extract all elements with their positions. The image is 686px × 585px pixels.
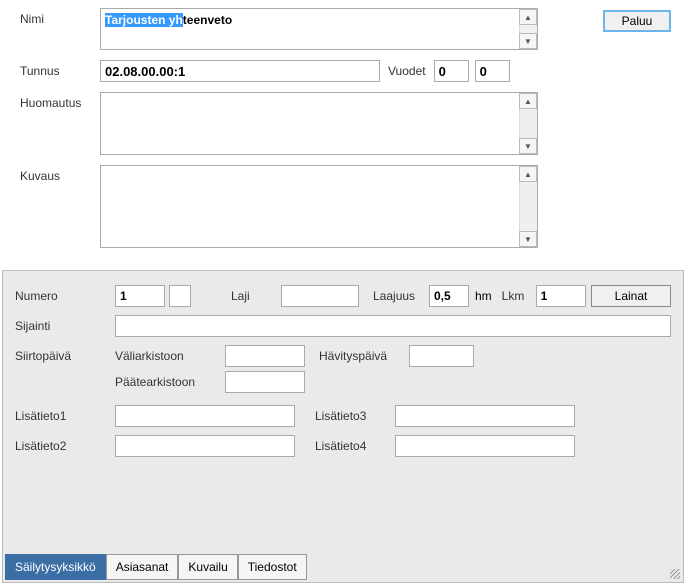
numero-aux-box[interactable]	[169, 285, 191, 307]
numero-input[interactable]	[115, 285, 165, 307]
laajuus-input[interactable]	[429, 285, 469, 307]
laji-input[interactable]	[281, 285, 359, 307]
valiarkistoon-input[interactable]	[225, 345, 305, 367]
huomautus-scrollbar[interactable]: ▲ ▼	[519, 93, 537, 154]
huomautus-textarea[interactable]	[101, 93, 519, 151]
tab-sailytysyksikko[interactable]: Säilytysyksikkö	[5, 554, 106, 580]
lisatieto4-input[interactable]	[395, 435, 575, 457]
laajuus-unit: hm	[475, 289, 492, 303]
nimi-rest: teenveto	[183, 13, 232, 27]
lisatieto2-input[interactable]	[115, 435, 295, 457]
lisatieto1-input[interactable]	[115, 405, 295, 427]
sijainti-label: Sijainti	[15, 319, 115, 333]
paatearkistoon-label: Päätearkistoon	[115, 375, 225, 389]
lkm-label: Lkm	[502, 289, 536, 303]
tunnus-input[interactable]	[100, 60, 380, 82]
nimi-label: Nimi	[20, 8, 100, 26]
lkm-input[interactable]	[536, 285, 586, 307]
tab-asiasanat[interactable]: Asiasanat	[106, 554, 179, 580]
numero-label: Numero	[15, 289, 115, 303]
nimi-scrollbar[interactable]: ▲ ▼	[519, 9, 537, 49]
laji-label: Laji	[231, 289, 281, 303]
kuvaus-field-wrap: ▲ ▼	[100, 165, 538, 248]
lisatieto3-label: Lisätieto3	[315, 409, 395, 423]
resize-grip-icon[interactable]	[667, 566, 681, 580]
havityspaiva-label: Hävityspäivä	[319, 349, 409, 363]
sijainti-input[interactable]	[115, 315, 671, 337]
laajuus-label: Laajuus	[373, 289, 429, 303]
scroll-up-icon[interactable]: ▲	[519, 166, 537, 182]
kuvaus-textarea[interactable]	[101, 166, 519, 244]
havityspaiva-input[interactable]	[409, 345, 474, 367]
scroll-up-icon[interactable]: ▲	[519, 9, 537, 25]
tab-tiedostot[interactable]: Tiedostot	[238, 554, 307, 580]
tunnus-label: Tunnus	[20, 60, 100, 78]
scroll-down-icon[interactable]: ▼	[519, 138, 537, 154]
valiarkistoon-label: Väliarkistoon	[115, 349, 225, 363]
lisatieto1-label: Lisätieto1	[15, 409, 115, 423]
scroll-down-icon[interactable]: ▼	[519, 33, 537, 49]
lisatieto3-input[interactable]	[395, 405, 575, 427]
bottom-panel: Numero Laji Laajuus hm Lkm Lainat Sijain…	[2, 270, 684, 583]
vuodet-label: Vuodet	[388, 60, 426, 78]
tab-kuvailu[interactable]: Kuvailu	[178, 554, 237, 580]
huomautus-label: Huomautus	[20, 92, 100, 110]
nimi-selection: Tarjousten yh	[105, 13, 183, 27]
paatearkistoon-input[interactable]	[225, 371, 305, 393]
nimi-field-wrap: Tarjousten yhteenveto ▲ ▼	[100, 8, 538, 50]
vuodet-to-input[interactable]	[475, 60, 510, 82]
lisatieto4-label: Lisätieto4	[315, 439, 395, 453]
lisatieto2-label: Lisätieto2	[15, 439, 115, 453]
scroll-up-icon[interactable]: ▲	[519, 93, 537, 109]
kuvaus-scrollbar[interactable]: ▲ ▼	[519, 166, 537, 247]
scroll-down-icon[interactable]: ▼	[519, 231, 537, 247]
vuodet-from-input[interactable]	[434, 60, 469, 82]
top-form-section: Paluu Nimi Tarjousten yhteenveto ▲ ▼ Tun…	[0, 0, 686, 270]
back-button[interactable]: Paluu	[603, 10, 671, 32]
tab-bar: Säilytysyksikkö Asiasanat Kuvailu Tiedos…	[5, 554, 307, 580]
huomautus-field-wrap: ▲ ▼	[100, 92, 538, 155]
nimi-textarea[interactable]: Tarjousten yhteenveto	[101, 9, 519, 49]
siirtopaiva-label: Siirtopäivä	[15, 349, 115, 363]
kuvaus-label: Kuvaus	[20, 165, 100, 183]
lainat-button[interactable]: Lainat	[591, 285, 671, 307]
